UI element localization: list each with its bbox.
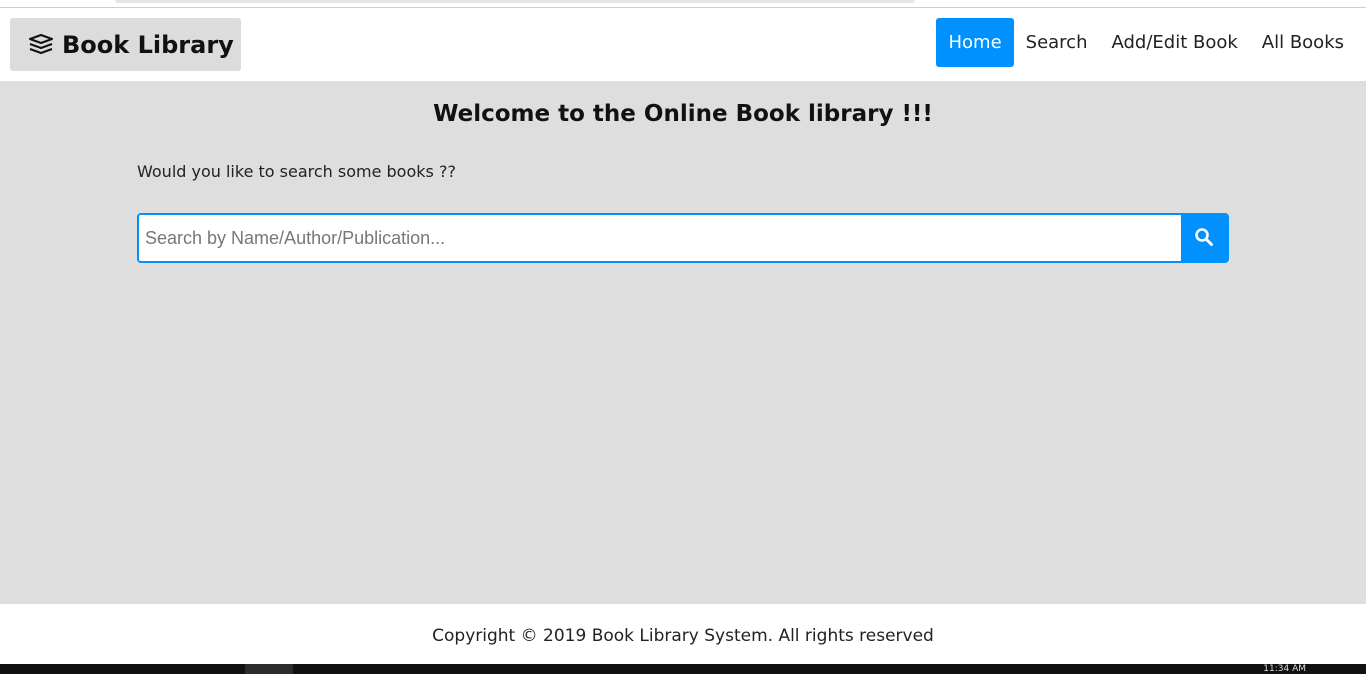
footer-copyright: Copyright © 2019 Book Library System. Al… <box>432 626 934 646</box>
nav-menu: Home Search Add/Edit Book All Books <box>936 18 1356 67</box>
nav-item-all-books[interactable]: All Books <box>1250 18 1356 67</box>
browser-tab-strip <box>115 0 915 3</box>
navbar: Book Library Home Search Add/Edit Book A… <box>0 8 1366 81</box>
nav-item-home[interactable]: Home <box>936 18 1014 67</box>
main-content: Welcome to the Online Book library !!! W… <box>0 81 1366 604</box>
nav-item-add-edit-book[interactable]: Add/Edit Book <box>1099 18 1249 67</box>
brand-logo-link[interactable]: Book Library <box>10 18 241 71</box>
page-title: Welcome to the Online Book library !!! <box>433 101 933 127</box>
nav-item-search[interactable]: Search <box>1014 18 1100 67</box>
taskbar-clock: 11:34 AM <box>1263 664 1306 674</box>
os-taskbar: 11:34 AM <box>0 664 1366 674</box>
books-stack-icon <box>28 33 54 57</box>
footer: Copyright © 2019 Book Library System. Al… <box>0 604 1366 664</box>
taskbar-app-button[interactable] <box>245 664 293 674</box>
browser-top-bar <box>0 0 1366 8</box>
search-prompt-text: Would you like to search some books ?? <box>137 162 456 181</box>
search-button[interactable] <box>1181 215 1227 261</box>
search-input[interactable] <box>139 215 1181 261</box>
search-bar <box>137 213 1229 263</box>
search-icon <box>1194 227 1214 250</box>
brand-title: Book Library <box>62 30 234 59</box>
